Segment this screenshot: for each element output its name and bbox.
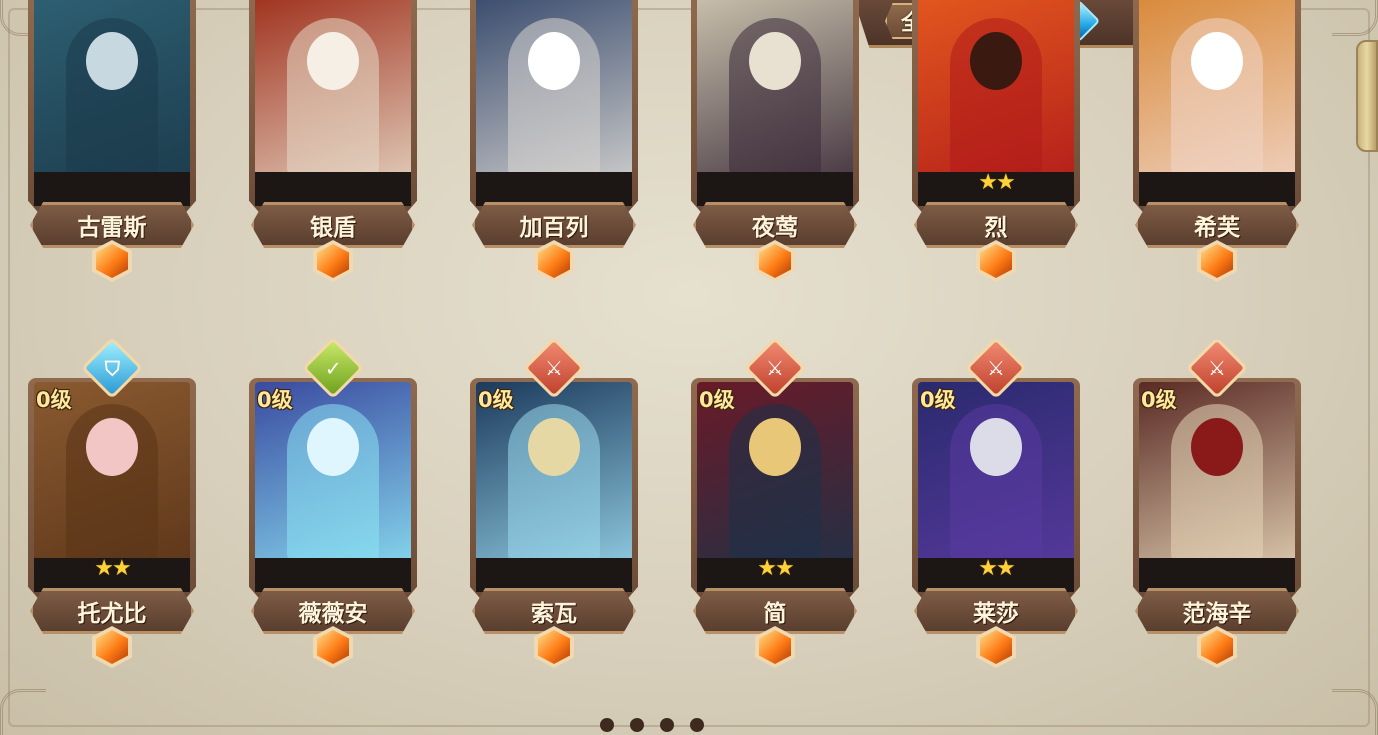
hero-level: 0级: [699, 388, 735, 412]
hero-face: [1191, 32, 1243, 90]
hero-face: [970, 32, 1022, 90]
portrait-shade: [1139, 172, 1295, 206]
hero-level: 0级: [1141, 388, 1177, 412]
portrait-shade: [697, 172, 853, 206]
portrait-shade: [34, 172, 190, 206]
corner-ornament: [0, 689, 46, 735]
hero-card[interactable]: 范海辛 0级 ⚔: [1119, 336, 1315, 688]
hero-name: 夜莺: [752, 215, 798, 241]
page-dot: [630, 718, 644, 732]
hero-level: 0级: [36, 388, 72, 412]
hero-card[interactable]: 希芙: [1119, 0, 1315, 302]
corner-ornament: [1332, 689, 1378, 735]
star-rating: ★★: [757, 556, 794, 581]
hero-portrait: [255, 0, 411, 206]
hero-name: 范海辛: [1182, 601, 1252, 627]
hero-card[interactable]: 古雷斯: [14, 0, 210, 302]
hero-portrait: [697, 0, 853, 206]
star-rating: ★★: [978, 170, 1015, 195]
hero-level: 0级: [257, 388, 293, 412]
star-rating: ★★: [978, 556, 1015, 581]
hero-card[interactable]: ★★ 托尤比 0级 ⛉: [14, 336, 210, 688]
hero-face: [749, 418, 801, 476]
portrait-shade: [255, 558, 411, 592]
hero-face: [528, 32, 580, 90]
hero-face: [307, 418, 359, 476]
hero-name: 薇薇安: [298, 601, 368, 627]
hero-name: 莱莎: [973, 601, 1019, 627]
hero-face: [307, 32, 359, 90]
hero-face: [86, 32, 138, 90]
hero-name: 索瓦: [531, 601, 577, 627]
hero-level: 0级: [920, 388, 956, 412]
hero-card[interactable]: 银盾: [235, 0, 431, 302]
portrait-shade: [476, 172, 632, 206]
page-dot: [660, 718, 674, 732]
hero-card[interactable]: 索瓦 0级 ⚔: [456, 336, 652, 688]
hero-face: [528, 418, 580, 476]
hero-portrait: [476, 0, 632, 206]
hero-card[interactable]: ★★ 烈: [898, 0, 1094, 302]
hero-card[interactable]: 夜莺: [677, 0, 873, 302]
hero-name: 简: [763, 601, 787, 627]
hero-name: 烈: [984, 215, 1008, 241]
hero-card[interactable]: 薇薇安 0级 ✓: [235, 336, 431, 688]
hero-card[interactable]: ★★ 莱莎 0级 ⚔: [898, 336, 1094, 688]
hero-name: 加百列: [519, 215, 589, 241]
page-dots: [600, 718, 704, 732]
hero-level: 0级: [478, 388, 514, 412]
star-rating: ★★: [94, 556, 131, 581]
hero-face: [970, 418, 1022, 476]
portrait-shade: [255, 172, 411, 206]
hero-name: 托尤比: [77, 601, 147, 627]
hero-name: 银盾: [310, 215, 356, 241]
hero-face: [749, 32, 801, 90]
hero-card[interactable]: 加百列: [456, 0, 652, 302]
page-dot: [690, 718, 704, 732]
portrait-shade: [1139, 558, 1295, 592]
hero-name: 古雷斯: [77, 215, 147, 241]
hero-card[interactable]: ★★ 简 0级 ⚔: [677, 336, 873, 688]
portrait-shade: [476, 558, 632, 592]
hero-portrait: [1139, 0, 1295, 206]
page-dot: [600, 718, 614, 732]
scroll-handle[interactable]: [1356, 40, 1378, 152]
hero-face: [86, 418, 138, 476]
hero-name: 希芙: [1194, 215, 1240, 241]
hero-portrait: [34, 0, 190, 206]
corner-ornament: [1332, 0, 1378, 36]
hero-face: [1191, 418, 1243, 476]
